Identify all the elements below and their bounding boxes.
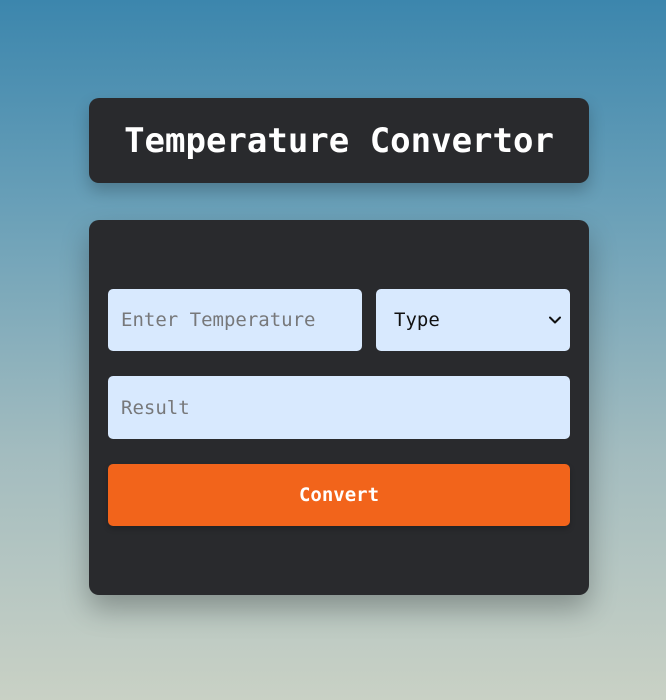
temperature-input[interactable]	[108, 289, 362, 351]
page-title: Temperature Convertor	[124, 120, 554, 161]
type-select[interactable]: Type	[376, 289, 570, 351]
converter-panel: Type Convert	[89, 220, 589, 595]
result-field[interactable]	[108, 376, 570, 439]
title-card: Temperature Convertor	[89, 98, 589, 183]
type-select-value: Type	[394, 309, 440, 331]
chevron-down-icon	[548, 313, 562, 327]
input-row: Type	[108, 289, 570, 351]
convert-button[interactable]: Convert	[108, 464, 570, 526]
